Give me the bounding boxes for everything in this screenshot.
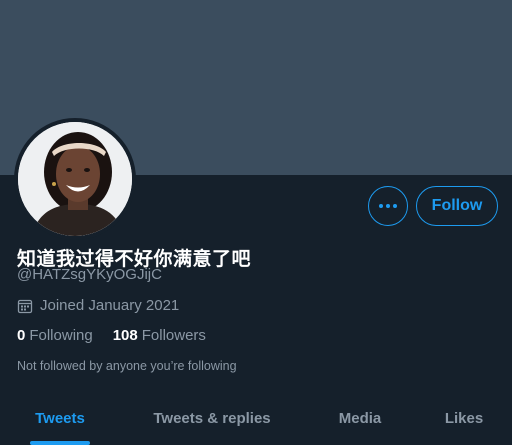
follow-stats: 0 Following 108 Followers [17,327,206,344]
mutual-followers-note: Not followed by anyone you’re following [17,359,237,373]
following-link[interactable]: 0 Following [17,327,93,344]
tab-tweets[interactable]: Tweets [0,392,120,445]
tab-label: Tweets & replies [153,410,271,427]
tab-label: Media [338,410,382,427]
active-tab-indicator [30,441,90,445]
tab-likes[interactable]: Likes [416,392,512,445]
join-date-text: Joined January 2021 [40,297,180,314]
tab-label: Tweets [35,410,85,427]
more-horizontal-icon [379,204,397,208]
followers-link[interactable]: 108 Followers [113,327,206,344]
tab-media[interactable]: Media [304,392,416,445]
avatar[interactable] [14,118,136,240]
avatar-photo [18,122,132,236]
more-options-button[interactable] [368,186,408,226]
followers-label: Followers [141,327,206,344]
following-label: Following [29,327,93,344]
tab-label: Likes [444,410,484,427]
user-handle: @HATZsgYKyOGJijC [17,266,162,283]
followers-count: 108 [112,327,138,344]
calendar-icon [17,299,33,313]
profile-tabs: Tweets Tweets & replies Media Likes [0,392,512,445]
follow-button[interactable]: Follow [416,186,498,226]
profile-page: Follow 知道我过得不好你满意了吧 @HATZsgYKyOGJijC Joi… [0,0,512,445]
following-count: 0 [17,327,26,344]
avatar-portrait [18,122,132,236]
tab-tweets-replies[interactable]: Tweets & replies [120,392,304,445]
join-date: Joined January 2021 [17,297,179,314]
